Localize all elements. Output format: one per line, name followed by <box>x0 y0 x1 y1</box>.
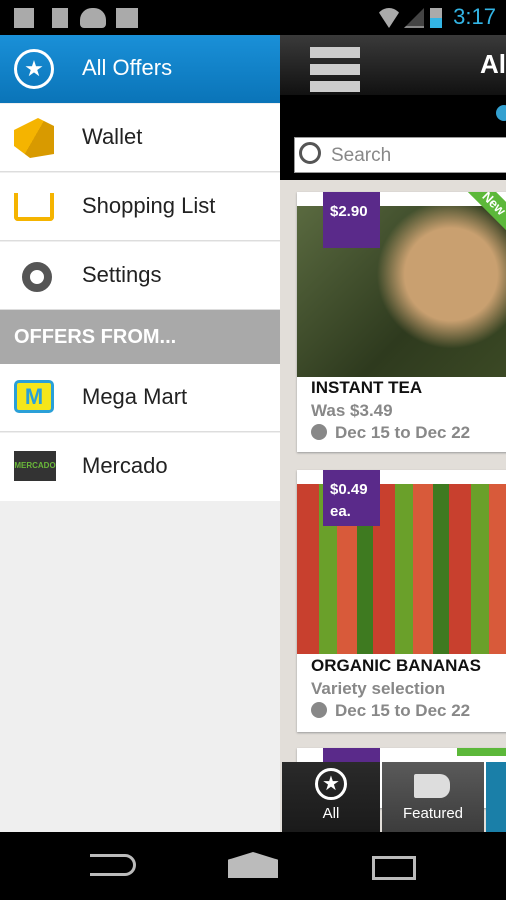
star-circle-icon: ★ <box>315 768 347 800</box>
back-icon[interactable] <box>90 854 136 876</box>
system-nav-bar <box>0 832 506 900</box>
offer-card[interactable]: $0.49 ea. ORGANIC BANANAS Variety select… <box>297 470 506 732</box>
search-placeholder: Search <box>331 145 392 166</box>
action-bar: All <box>280 35 506 95</box>
mega-mart-logo: M <box>14 380 54 413</box>
drawer-item-settings[interactable]: Settings <box>0 242 280 310</box>
price-badge: $0.49 ea. <box>323 470 380 526</box>
offer-dates: Dec 15 to Dec 22 <box>311 423 470 443</box>
main-panel: All Search $2.90 New INSTANT TEA Was $3.… <box>280 35 506 832</box>
drawer-item-wallet[interactable]: Wallet <box>0 104 280 172</box>
new-ribbon: New <box>456 192 506 258</box>
play-store-icon <box>116 8 138 28</box>
drawer-item-mega-mart[interactable]: M Mega Mart <box>0 364 280 432</box>
offer-dates: Dec 15 to Dec 22 <box>311 701 470 721</box>
image-icon <box>14 8 34 28</box>
navigation-drawer: ★ All Offers Wallet Shopping List Settin… <box>0 35 280 832</box>
battery-charging-icon <box>430 8 442 28</box>
cart-icon <box>14 193 54 221</box>
drawer-item-shopping-list[interactable]: Shopping List <box>0 173 280 241</box>
tab-featured[interactable]: Featured <box>382 762 484 832</box>
offer-subtitle: Variety selection <box>311 679 446 698</box>
star-circle-icon: ★ <box>14 49 54 89</box>
search-icon <box>299 142 321 164</box>
mercado-logo: MERCADO <box>14 451 56 481</box>
offer-title: ORGANIC BANANAS <box>311 656 481 675</box>
wifi-icon <box>376 8 402 28</box>
menu-icon[interactable] <box>280 35 380 95</box>
tab-all[interactable]: ★ All <box>282 762 380 832</box>
section-header: OFFERS FROM... <box>0 310 280 364</box>
gear-icon <box>22 262 52 292</box>
clock: 3:17 <box>453 4 496 29</box>
price-badge: $2.90 <box>323 192 380 248</box>
bottom-tabs: ★ All Featured <box>280 762 506 832</box>
tag-icon <box>414 774 450 798</box>
recent-apps-icon[interactable] <box>372 856 416 880</box>
clock-icon <box>311 702 327 718</box>
drawer-item-mercado[interactable]: MERCADO Mercado <box>0 433 280 501</box>
offer-subtitle: Was $3.49 <box>311 401 393 420</box>
clock-icon <box>311 424 327 440</box>
page-title: All <box>480 49 506 79</box>
offer-card[interactable]: $2.90 New INSTANT TEA Was $3.49 Dec 15 t… <box>297 192 506 452</box>
android-icon <box>80 8 106 28</box>
page-indicator-dot <box>496 105 506 121</box>
signal-icon <box>404 8 424 28</box>
wallet-icon <box>14 118 54 158</box>
search-input[interactable]: Search <box>294 137 506 173</box>
status-bar: 3:17 <box>0 0 506 35</box>
filter-bar: Search <box>280 95 506 180</box>
home-icon[interactable] <box>228 852 278 878</box>
tab-next[interactable] <box>486 762 506 832</box>
drawer-item-all-offers[interactable]: ★ All Offers <box>0 35 280 103</box>
offer-title: INSTANT TEA <box>311 378 423 397</box>
download-icon <box>52 8 68 28</box>
